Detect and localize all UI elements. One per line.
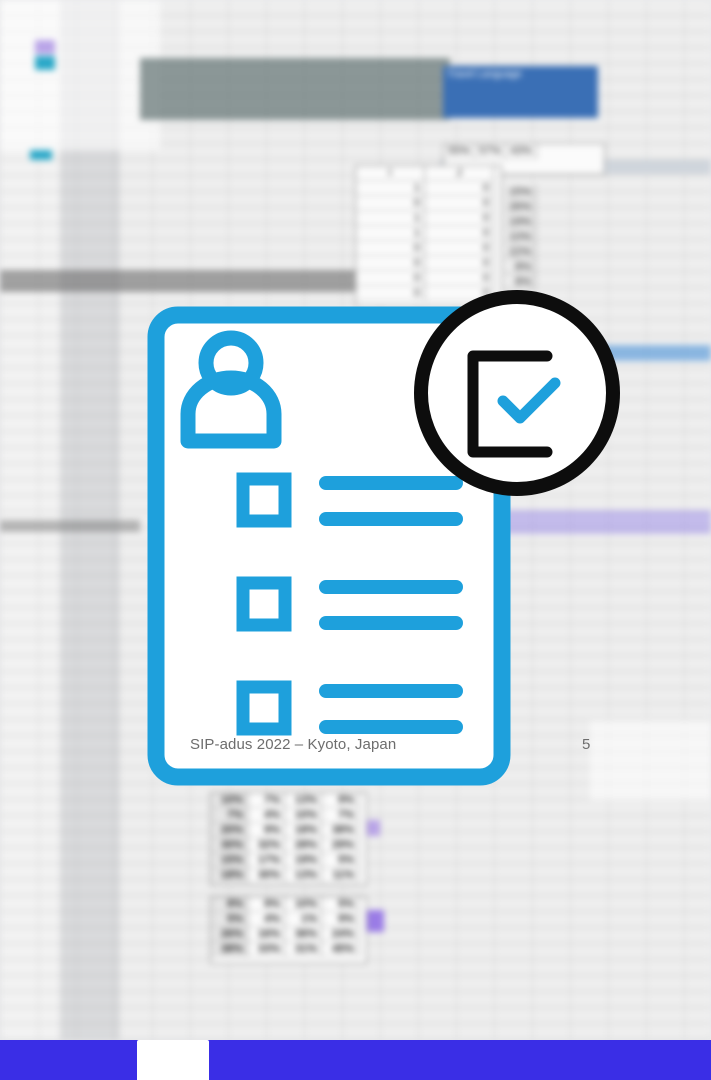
bottom-bar-tab[interactable]	[137, 1040, 209, 1080]
bottom-bar	[0, 1040, 711, 1080]
check-badge-icon	[414, 290, 620, 496]
survey-checklist-icon	[147, 290, 620, 786]
page-number: 5	[582, 736, 591, 753]
footer-label: SIP-adus 2022 – Kyoto, Japan	[190, 736, 397, 753]
